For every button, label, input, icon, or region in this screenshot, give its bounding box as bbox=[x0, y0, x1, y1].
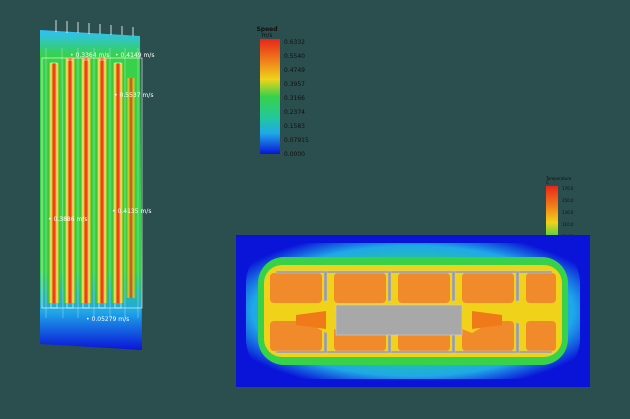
temperature-legend-unit: C bbox=[546, 180, 549, 185]
velocity-probe: 0.3364 m/s bbox=[70, 52, 110, 59]
speed-legend-value: 0.5540 bbox=[284, 53, 305, 60]
velocity-probe: 0.5537 m/s bbox=[114, 92, 154, 99]
speed-color-scale bbox=[260, 39, 280, 154]
speed-legend-value: 0.0000 bbox=[284, 151, 305, 158]
temperature-legend-value: 150.0 bbox=[562, 198, 574, 203]
speed-legend-value: 0.3957 bbox=[284, 81, 305, 88]
speed-legend-value: 0.4749 bbox=[284, 67, 305, 74]
speed-legend-value: 0.6332 bbox=[284, 39, 305, 46]
speed-legend-value: 0.3166 bbox=[284, 95, 305, 102]
temperature-legend-value: 110.0 bbox=[562, 222, 574, 227]
thermal-contour-plot bbox=[236, 235, 590, 387]
velocity-probe: 0.4149 m/s bbox=[115, 52, 155, 59]
thermal-simulation-view[interactable] bbox=[236, 235, 590, 387]
airflow-contour-plot bbox=[40, 20, 143, 350]
temperature-legend-value: 130.0 bbox=[562, 210, 574, 215]
speed-legend-value: 0.2374 bbox=[284, 109, 305, 116]
velocity-probe: 0.4135 m/s bbox=[112, 208, 152, 215]
airflow-simulation-view[interactable]: 0.3364 m/s 0.4149 m/s 0.5537 m/s 0.3886 … bbox=[20, 18, 160, 358]
temperature-legend-value: 170.0 bbox=[562, 186, 574, 191]
speed-legend-value: 0.07915 bbox=[284, 137, 309, 144]
temperature-legend-title: Temperature bbox=[546, 176, 572, 181]
speed-legend-value: 0.1583 bbox=[284, 123, 305, 130]
speed-legend: Speed m/s 0.6332 0.5540 0.4749 0.3957 0.… bbox=[254, 27, 324, 159]
velocity-probe: 0.3886 m/s bbox=[48, 216, 88, 223]
velocity-probe: 0.05279 m/s bbox=[86, 316, 130, 323]
